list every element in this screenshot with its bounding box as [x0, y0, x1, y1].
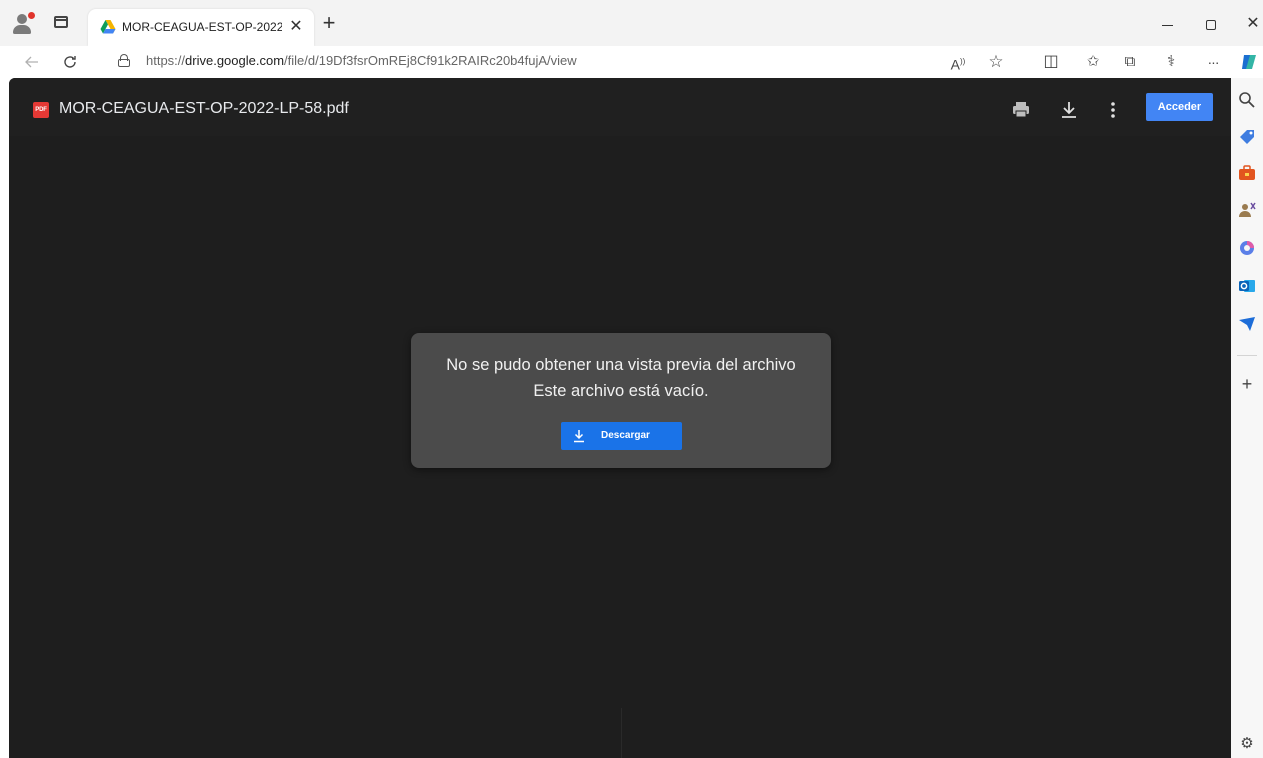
minimize-icon	[1161, 24, 1173, 26]
page-divider	[621, 708, 622, 758]
pdf-file-icon: PDF	[33, 102, 49, 118]
close-window-button[interactable]: ✕	[1238, 14, 1263, 34]
tools-icon[interactable]	[1237, 163, 1257, 183]
browser-tab-strip: MOR-CEAGUA-EST-OP-2022-LP-58.pdf ✕ + ✕	[0, 0, 1263, 46]
microsoft-365-icon[interactable]	[1237, 238, 1257, 258]
collections-icon[interactable]: ⧉	[1118, 50, 1142, 74]
url-host: drive.google.com	[185, 53, 285, 68]
browser-navigation-bar: https://drive.google.com/file/d/19Df3fsr…	[0, 46, 1263, 78]
profile-avatar-icon[interactable]	[12, 12, 36, 36]
more-options-icon[interactable]: ···	[1201, 50, 1225, 74]
empty-file-message: Este archivo está vacío.	[533, 382, 709, 400]
search-icon[interactable]	[1237, 90, 1257, 110]
url-path: /file/d/19Df3fsrOmREj8Cf91k2RAIRc20b4fuj…	[284, 53, 577, 68]
preview-error-dialog: No se pudo obtener una vista previa del …	[411, 333, 831, 468]
refresh-icon[interactable]	[58, 50, 82, 74]
download-button-label: Descargar	[601, 430, 650, 441]
browser-tab-active[interactable]: MOR-CEAGUA-EST-OP-2022-LP-58.pdf ✕	[88, 9, 314, 46]
print-icon[interactable]	[1009, 98, 1033, 122]
viewer-header: PDF MOR-CEAGUA-EST-OP-2022-LP-58.pdf Acc…	[9, 78, 1231, 136]
file-name-title: MOR-CEAGUA-EST-OP-2022-LP-58.pdf	[59, 100, 349, 117]
drive-file-viewer: PDF MOR-CEAGUA-EST-OP-2022-LP-58.pdf Acc…	[9, 78, 1231, 758]
add-sidebar-app-button[interactable]: +	[1237, 374, 1257, 394]
maximize-window-button[interactable]	[1196, 14, 1226, 34]
outlook-icon[interactable]	[1237, 276, 1257, 296]
people-icon[interactable]	[1237, 200, 1257, 220]
send-icon[interactable]	[1237, 314, 1257, 334]
url-text[interactable]: https://drive.google.com/file/d/19Df3fsr…	[146, 53, 577, 68]
address-bar[interactable]: https://drive.google.com/file/d/19Df3fsr…	[100, 47, 1020, 75]
url-prefix: https://	[146, 53, 186, 68]
sidebar-settings-icon[interactable]: ⚙	[1237, 734, 1257, 754]
new-tab-button[interactable]: +	[318, 12, 340, 36]
more-vert-icon[interactable]	[1101, 98, 1125, 122]
sidebar-separator	[1237, 355, 1257, 356]
restore-icon	[1206, 20, 1216, 31]
minimize-window-button[interactable]	[1152, 14, 1182, 34]
google-drive-icon	[100, 20, 116, 34]
tab-actions-menu-icon[interactable]	[54, 16, 68, 28]
edge-sidebar: + ⚙	[1231, 78, 1263, 758]
read-aloud-icon[interactable]: A))	[946, 50, 970, 74]
tab-title: MOR-CEAGUA-EST-OP-2022-LP-58.pdf	[122, 20, 282, 34]
tab-close-icon[interactable]: ✕	[286, 17, 306, 37]
favorite-star-icon[interactable]: ☆	[984, 50, 1008, 74]
copilot-icon[interactable]	[1237, 50, 1261, 74]
sign-in-button[interactable]: Acceder	[1146, 93, 1213, 121]
site-info-lock-icon[interactable]	[118, 54, 130, 67]
favorites-list-icon[interactable]: ✩	[1081, 50, 1105, 74]
split-screen-icon[interactable]: ◫	[1039, 50, 1063, 74]
read-aloud-glyph: A	[950, 56, 960, 73]
back-arrow-icon[interactable]	[20, 50, 44, 74]
extensions-icon[interactable]: ⚕	[1159, 50, 1183, 74]
download-icon[interactable]	[1057, 98, 1081, 122]
preview-error-message: No se pudo obtener una vista previa del …	[446, 356, 796, 374]
download-icon	[574, 430, 584, 443]
shopping-tag-icon[interactable]	[1237, 127, 1257, 147]
download-button[interactable]: Descargar	[561, 422, 682, 450]
